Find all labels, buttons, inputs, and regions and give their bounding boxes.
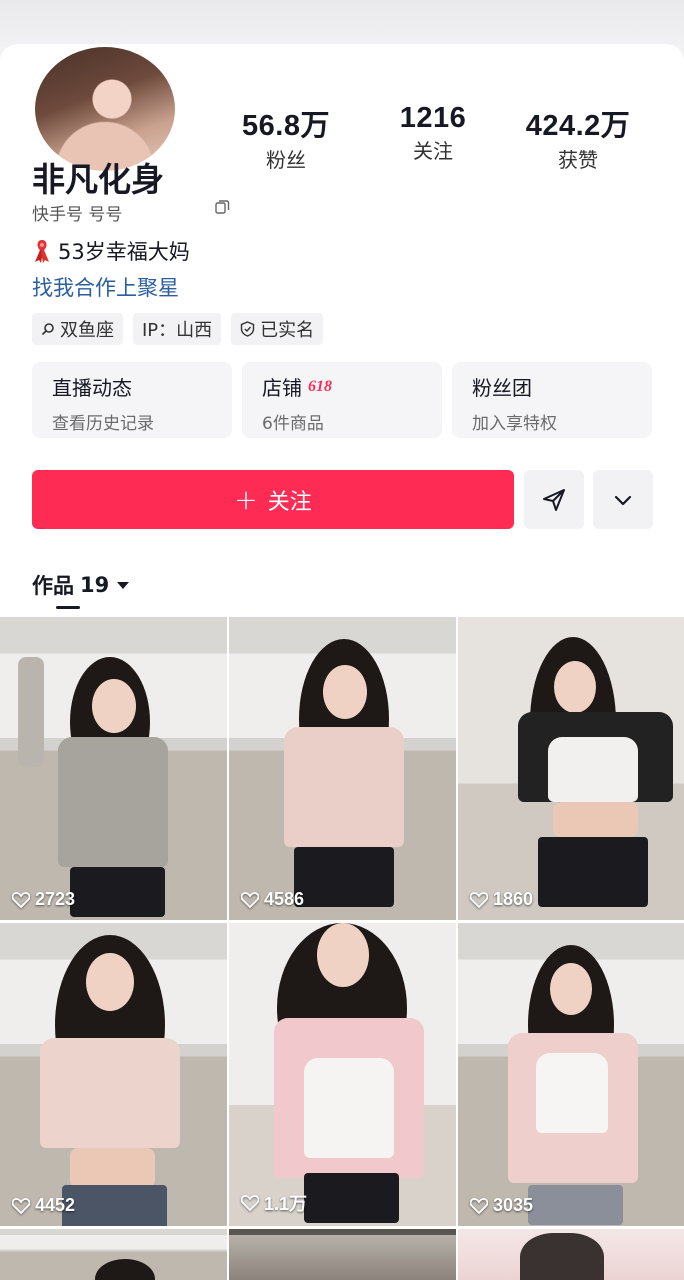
tag-label: 已实名 — [260, 320, 315, 341]
thumbnail-figure — [229, 1229, 456, 1235]
profile-tags: 双鱼座 IP：山西 已实名 — [32, 313, 324, 345]
thumbnail-figure — [304, 1173, 399, 1223]
thumbnail-figure — [550, 963, 592, 1015]
thumbnail-figure — [70, 867, 165, 917]
card-shop[interactable]: 店铺 618 6件商品 — [242, 362, 442, 438]
video-thumbnail[interactable] — [458, 1229, 684, 1280]
thumbnail-figure — [538, 837, 648, 907]
tag-verified[interactable]: 已实名 — [231, 313, 324, 345]
card-subtitle: 加入享特权 — [472, 414, 557, 434]
tag-label: IP：山西 — [142, 320, 213, 341]
thumbnail-figure — [304, 1058, 394, 1158]
chevron-down-icon — [614, 495, 632, 505]
heart-icon — [241, 1195, 259, 1211]
shop-618-badge: 618 — [308, 377, 332, 395]
thumbnail-figure — [528, 1185, 623, 1225]
bio: 53岁幸福大妈 — [32, 236, 190, 266]
thumbnail-figure — [294, 847, 394, 907]
video-thumbnail[interactable] — [229, 1229, 456, 1280]
thumbnail-figure — [62, 1185, 167, 1226]
kuaishou-id: 快手号 号号 — [32, 205, 123, 225]
video-thumbnail[interactable]: 2723 — [0, 617, 227, 920]
send-icon — [543, 488, 565, 511]
verified-shield-icon — [240, 321, 255, 337]
search-icon — [41, 323, 54, 336]
thumbnail-figure — [548, 737, 638, 802]
stat-following[interactable]: 1216 关注 — [353, 102, 513, 164]
thumbnail-figure — [58, 737, 168, 867]
more-button[interactable] — [593, 470, 653, 529]
thumbnail-figure — [520, 1233, 604, 1280]
tag-label: 双鱼座 — [60, 320, 114, 341]
like-count: 4586 — [241, 889, 304, 910]
thumbnail-figure — [536, 1053, 608, 1133]
stat-value: 424.2万 — [525, 110, 631, 142]
stat-label: 粉丝 — [266, 148, 306, 172]
card-subtitle: 6件商品 — [262, 414, 324, 434]
cooperation-link[interactable]: 找我合作上聚星 — [32, 272, 179, 302]
thumbnail-figure — [284, 727, 404, 847]
tag-zodiac[interactable]: 双鱼座 — [32, 313, 123, 345]
thumbnail-figure — [554, 661, 596, 713]
card-fan-club[interactable]: 粉丝团 加入享特权 — [452, 362, 652, 438]
video-thumbnail[interactable]: 1860 — [458, 617, 684, 920]
caret-down-icon — [117, 581, 130, 589]
heart-icon — [12, 891, 30, 908]
stat-label: 关注 — [413, 139, 453, 163]
thumbnail-figure — [553, 802, 638, 837]
like-count-text: 1.1万 — [264, 1194, 308, 1214]
card-title: 店铺 — [262, 376, 302, 400]
like-count: 4452 — [12, 1195, 75, 1216]
like-count-text: 4452 — [35, 1195, 76, 1215]
tab-indicator — [56, 606, 80, 609]
thumbnail-figure — [40, 1038, 180, 1148]
like-count-text: 1860 — [493, 889, 534, 909]
video-thumbnail[interactable]: 1.1万 — [229, 923, 456, 1226]
tag-ip: IP：山西 — [133, 313, 222, 345]
like-count: 2723 — [12, 889, 75, 910]
tab-works[interactable]: 作品 19 — [32, 570, 130, 600]
like-count: 3035 — [470, 1195, 533, 1216]
thumbnail-figure — [95, 1259, 155, 1280]
works-count: 19 — [80, 573, 110, 597]
stat-fans[interactable]: 56.8万 粉丝 — [206, 102, 366, 173]
copy-icon[interactable] — [214, 199, 230, 215]
stat-value: 56.8万 — [242, 110, 330, 142]
like-count-text: 3035 — [493, 1195, 534, 1215]
video-thumbnail[interactable]: 3035 — [458, 923, 684, 1226]
video-thumbnail[interactable] — [0, 1229, 227, 1280]
card-live-history[interactable]: 直播动态 查看历史记录 — [32, 362, 232, 438]
video-thumbnail[interactable]: 4452 — [0, 923, 227, 1226]
stat-value: 1216 — [399, 102, 467, 134]
profile-cards: 直播动态 查看历史记录 店铺 618 6件商品 粉丝团 加入享特权 — [32, 362, 652, 438]
like-count-text: 2723 — [35, 889, 76, 909]
stat-likes[interactable]: 424.2万 获赞 — [498, 102, 658, 173]
heart-icon — [470, 891, 488, 908]
follow-button[interactable]: + 关注 — [32, 470, 514, 529]
stat-label: 获赞 — [558, 148, 598, 172]
thumbnail-figure — [317, 923, 369, 987]
ribbon-icon — [35, 240, 49, 263]
thumbnail-figure — [18, 657, 44, 767]
thumbnail-figure — [323, 665, 367, 719]
card-title: 粉丝团 — [472, 376, 532, 400]
heart-icon — [12, 1197, 30, 1214]
follow-label: 关注 — [267, 489, 312, 515]
nickname: 非凡化身 — [32, 160, 164, 199]
video-thumbnail[interactable]: 4586 — [229, 617, 456, 920]
like-count-text: 4586 — [264, 889, 305, 909]
thumbnail-figure — [70, 1148, 155, 1188]
heart-icon — [470, 1197, 488, 1214]
works-label: 作品 — [32, 574, 74, 598]
plus-icon: + — [234, 482, 258, 516]
like-count: 1.1万 — [241, 1190, 307, 1216]
thumbnail-figure — [92, 679, 136, 733]
like-count: 1860 — [470, 889, 533, 910]
card-subtitle: 查看历史记录 — [52, 414, 154, 434]
bio-text: 53岁幸福大妈 — [58, 240, 190, 264]
message-button[interactable] — [524, 470, 584, 529]
thumbnail-figure — [86, 953, 134, 1011]
card-title: 直播动态 — [52, 376, 132, 400]
heart-icon — [241, 891, 259, 908]
